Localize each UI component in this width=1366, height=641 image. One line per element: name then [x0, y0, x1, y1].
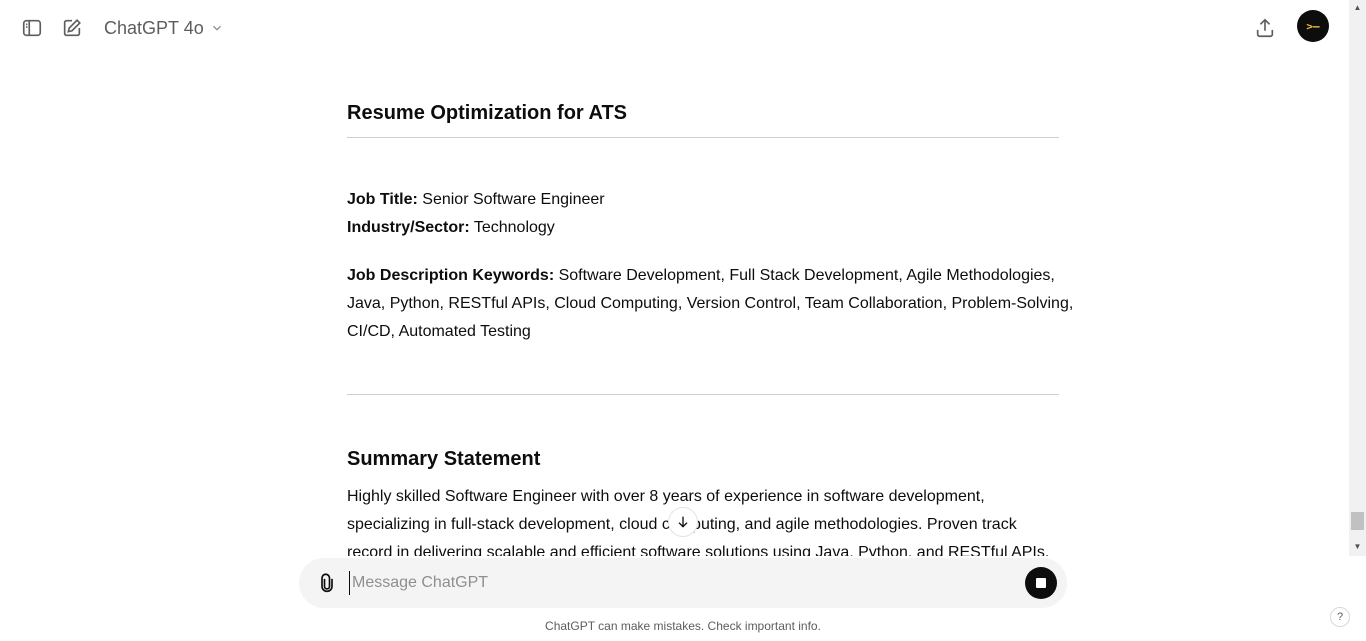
keywords-line-1: Job Description Keywords: Software Devel… — [347, 267, 1055, 285]
arrow-down-icon — [678, 516, 688, 528]
scroll-to-bottom-button[interactable] — [668, 507, 698, 537]
sidebar-toggle-button[interactable] — [18, 14, 46, 42]
sidebar-icon — [22, 19, 42, 37]
summary-line-3: record in delivering scalable and effici… — [347, 544, 1050, 556]
paperclip-icon — [321, 573, 333, 593]
message-input[interactable] — [349, 571, 1009, 595]
industry-value: Technology — [469, 219, 555, 236]
conversation-area: Resume Optimization for ATS Job Title: S… — [0, 56, 1349, 556]
industry-label: Industry/Sector: — [347, 219, 470, 236]
scroll-down-arrow-icon[interactable]: ▼ — [1351, 541, 1364, 553]
heading-resume-optimization: Resume Optimization for ATS — [347, 102, 628, 124]
new-chat-button[interactable] — [58, 14, 86, 42]
disclaimer-text: ChatGPT can make mistakes. Check importa… — [545, 619, 821, 633]
divider — [347, 394, 1059, 395]
share-icon — [1256, 18, 1274, 38]
summary-line-1: Highly skilled Software Engineer with ov… — [347, 488, 985, 505]
scrollbar-thumb[interactable] — [1351, 512, 1364, 530]
model-name: ChatGPT 4o — [104, 17, 204, 38]
divider — [347, 137, 1059, 138]
stop-generating-button[interactable] — [1025, 567, 1057, 599]
attach-button[interactable] — [315, 571, 339, 595]
top-bar: ChatGPT 4o >— — [0, 0, 1349, 56]
keywords-label: Job Description Keywords: — [347, 267, 555, 284]
scroll-up-arrow-icon[interactable]: ▲ — [1351, 2, 1364, 14]
chevron-down-icon — [212, 25, 221, 31]
job-title-line: Job Title: Senior Software Engineer — [347, 191, 605, 209]
stop-icon — [1036, 578, 1046, 588]
model-selector[interactable]: ChatGPT 4o — [104, 16, 224, 40]
edit-icon — [63, 19, 81, 37]
avatar[interactable]: >— — [1297, 10, 1329, 42]
keywords-line-2: Java, Python, RESTful APIs, Cloud Comput… — [347, 295, 1074, 312]
job-title-label: Job Title: — [347, 191, 418, 208]
scrollbar-track[interactable] — [1349, 0, 1366, 556]
help-button[interactable]: ? — [1330, 607, 1350, 627]
avatar-text: >— — [1306, 19, 1320, 33]
message-composer — [299, 558, 1067, 608]
heading-summary-statement: Summary Statement — [347, 448, 541, 470]
keywords-text-1: Software Development, Full Stack Develop… — [554, 267, 1055, 284]
share-button[interactable] — [1251, 14, 1279, 42]
industry-line: Industry/Sector: Technology — [347, 219, 555, 237]
keywords-line-3: CI/CD, Automated Testing — [347, 323, 531, 340]
job-title-value: Senior Software Engineer — [417, 191, 605, 208]
